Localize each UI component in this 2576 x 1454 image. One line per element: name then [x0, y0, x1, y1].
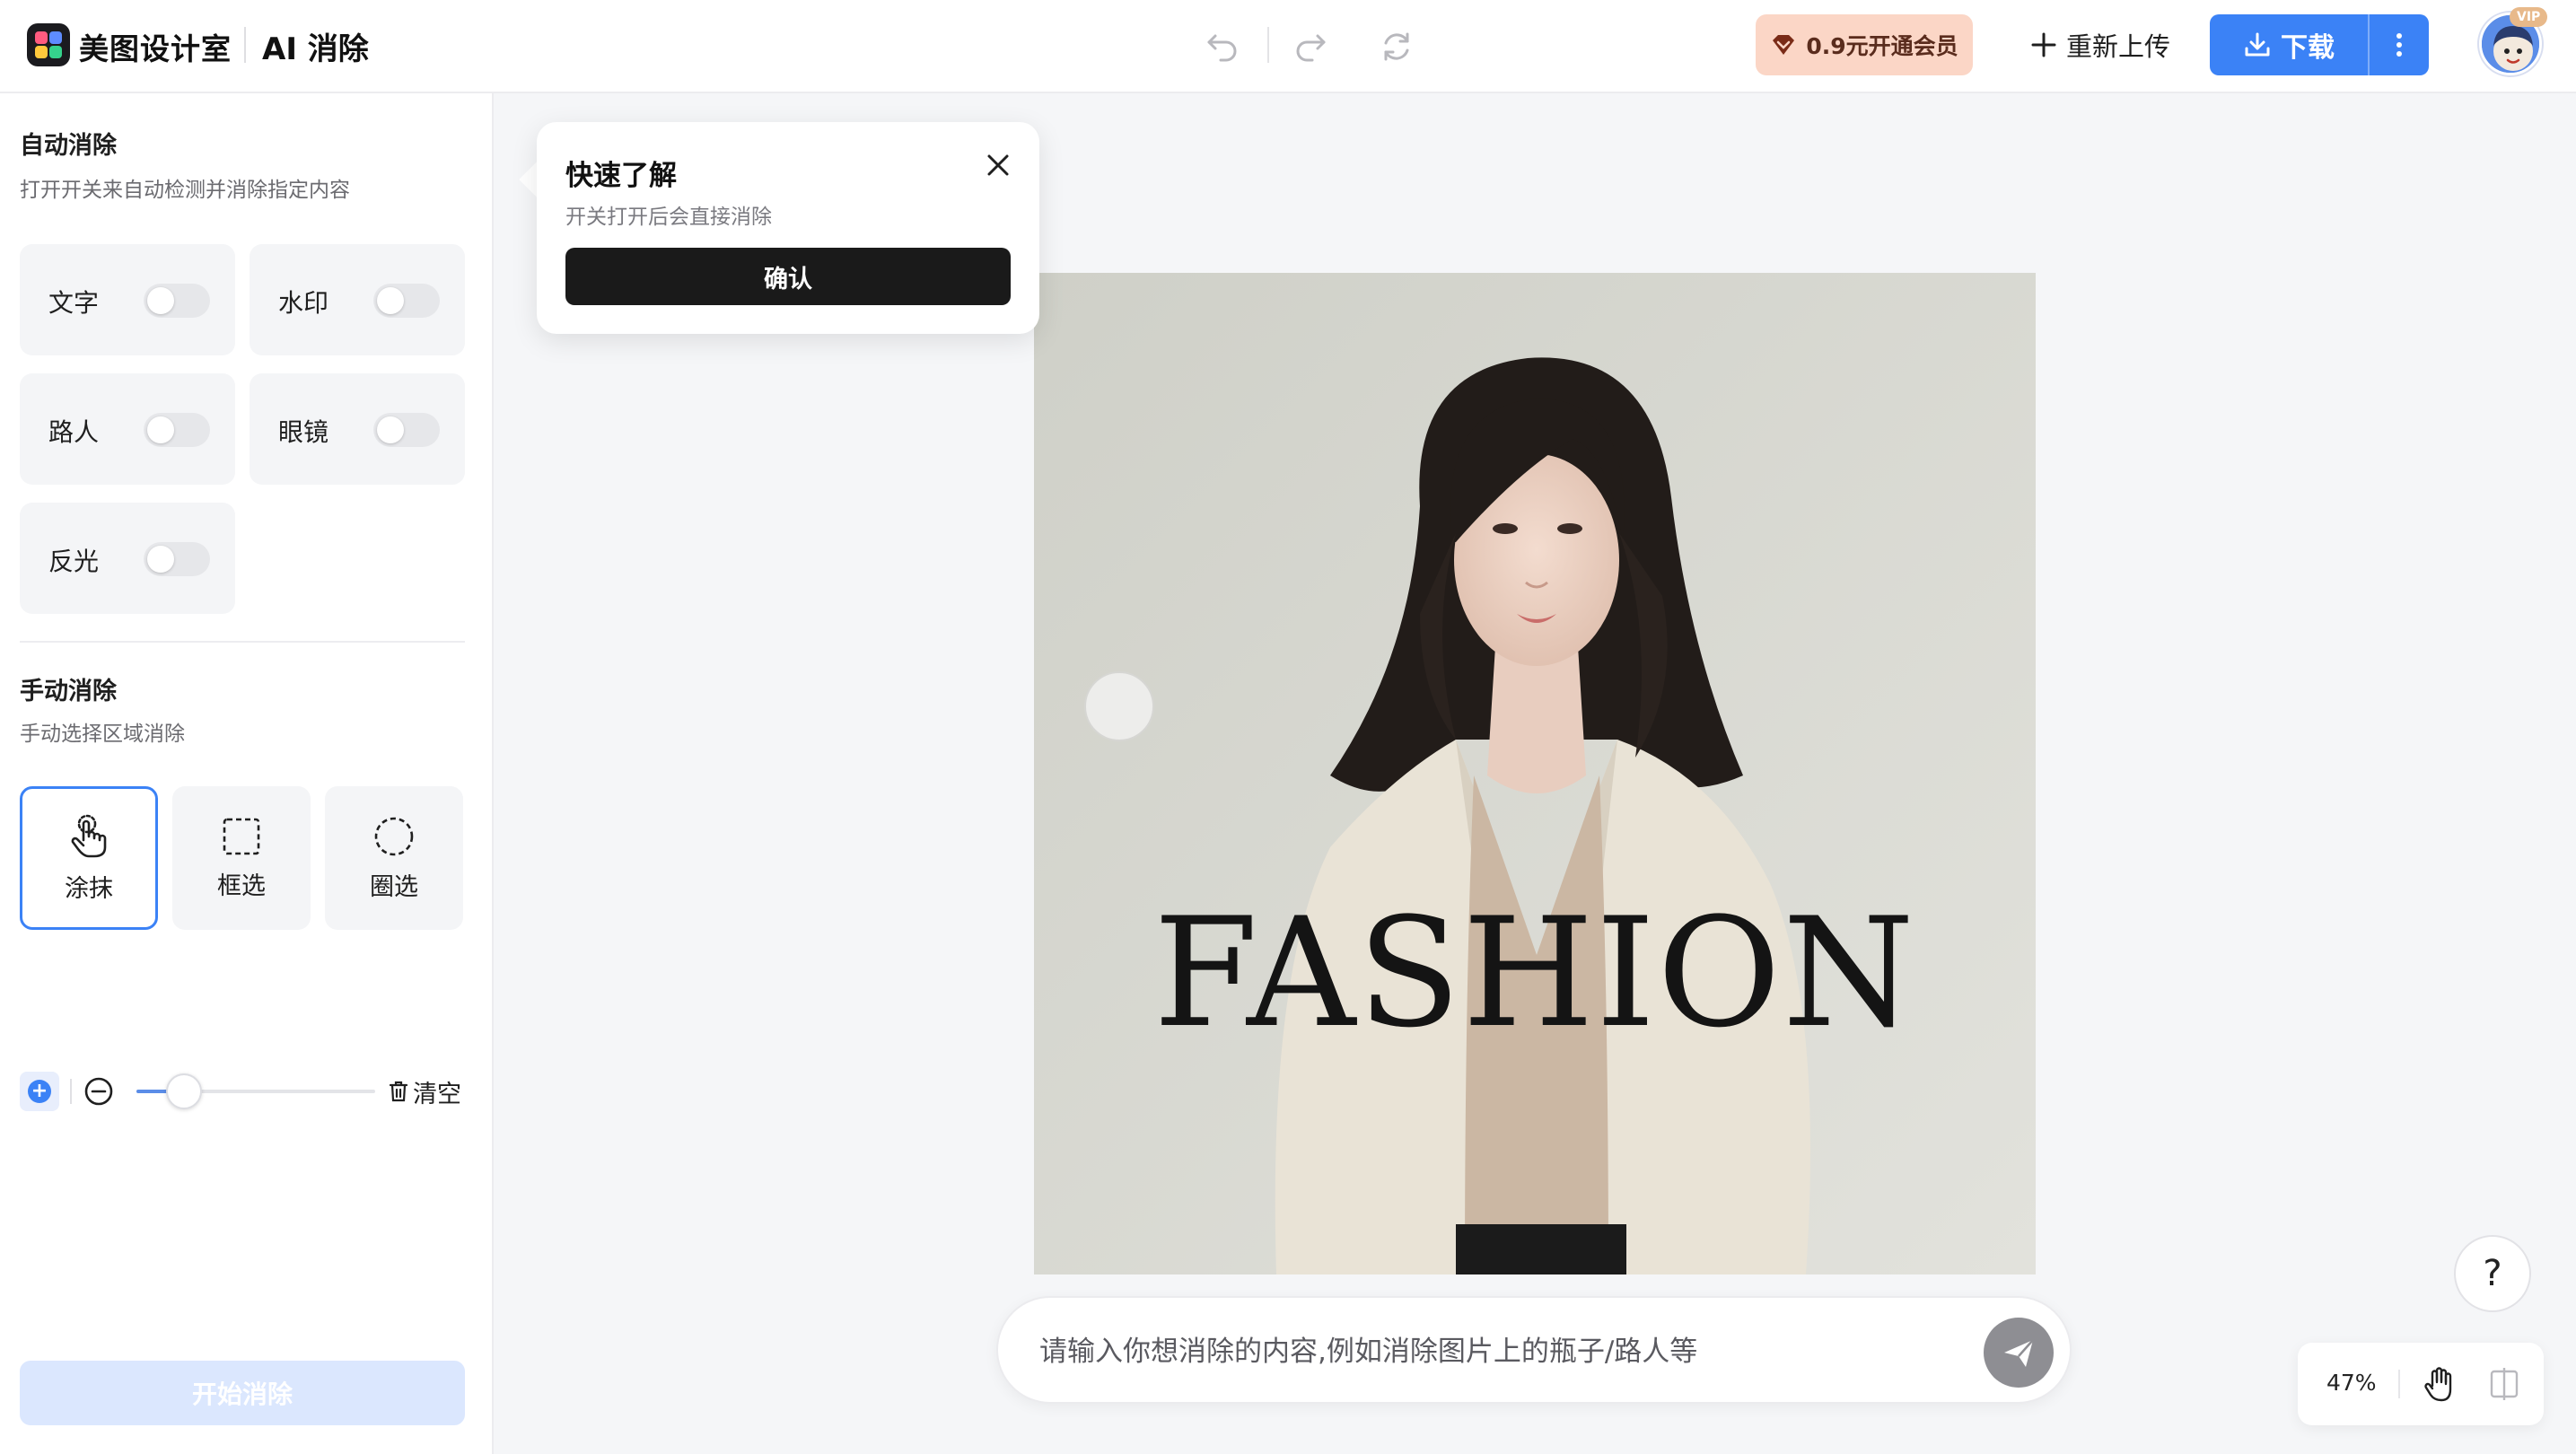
popover-title: 快速了解: [565, 160, 677, 192]
send-button[interactable]: [1984, 1318, 2054, 1388]
fashion-text: FASHION: [1153, 885, 1916, 1061]
watermark-toggle-switch[interactable]: [373, 284, 440, 318]
logo-icon[interactable]: [27, 23, 70, 66]
toggle-card-passerby[interactable]: 路人: [20, 373, 235, 485]
start-remove-button[interactable]: 开始消除: [20, 1361, 465, 1425]
tool-label: 框选: [217, 872, 266, 900]
manual-remove-title: 手动消除: [20, 678, 117, 705]
brush-size-handle[interactable]: [166, 1073, 203, 1109]
quick-guide-popover: 快速了解 开关打开后会直接消除 确认: [537, 122, 1039, 334]
tool-label: 涂抹: [65, 874, 113, 903]
trash-icon: [389, 1081, 408, 1102]
toggle-card-glasses[interactable]: 眼镜: [250, 373, 465, 485]
toggle-label: 路人: [48, 417, 100, 447]
passerby-toggle-switch[interactable]: [144, 413, 210, 447]
download-button-group: 下载: [2210, 14, 2429, 75]
toggle-card-text[interactable]: 文字: [20, 244, 235, 355]
glasses-toggle-switch[interactable]: [373, 413, 440, 447]
brand-divider: [244, 27, 246, 63]
lasso-select-icon: [374, 817, 414, 855]
help-button[interactable]: ?: [2454, 1235, 2531, 1312]
zoom-bar: 47%: [2298, 1343, 2544, 1425]
left-panel: 自动消除 打开开关来自动检测并消除指定内容 文字 水印 路人 眼镜 反光 手动消…: [0, 93, 494, 1454]
toggle-label: 文字: [48, 288, 100, 318]
tool-rect-select[interactable]: 框选: [172, 786, 311, 930]
brand-name[interactable]: 美图设计室: [79, 25, 232, 68]
tool-lasso-select[interactable]: 圈选: [325, 786, 463, 930]
vip-button-label: 0.9元开通会员: [1806, 33, 1958, 59]
brush-size-row: + 清空: [20, 1072, 469, 1111]
vip-button[interactable]: 0.9元开通会员: [1756, 14, 1973, 75]
prompt-bar: [996, 1296, 2072, 1404]
toggle-card-watermark[interactable]: 水印: [250, 244, 465, 355]
clear-label: 清空: [413, 1080, 461, 1108]
more-options-icon[interactable]: [2370, 14, 2429, 75]
toggle-label: 眼镜: [278, 417, 329, 447]
reflection-toggle-switch[interactable]: [144, 542, 210, 576]
clear-button[interactable]: 清空: [388, 1075, 461, 1108]
redo-icon[interactable]: [1287, 23, 1334, 70]
brush-divider: [70, 1079, 72, 1104]
toolbar-divider: [1267, 27, 1269, 63]
zoom-level[interactable]: 47%: [2326, 1370, 2377, 1396]
rect-select-icon: [223, 818, 260, 854]
download-label: 下载: [2281, 32, 2335, 64]
popover-subtitle: 开关打开后会直接消除: [565, 206, 772, 229]
toggle-card-reflection[interactable]: 反光: [20, 503, 235, 614]
undo-icon[interactable]: [1199, 23, 1246, 70]
send-icon: [2004, 1339, 2034, 1367]
reupload-label: 重新上传: [2066, 31, 2171, 62]
reset-icon[interactable]: [1373, 23, 1420, 70]
section-divider: [20, 641, 465, 643]
auto-remove-title: 自动消除: [20, 132, 117, 160]
top-bar: 美图设计室 AI 消除 0.9元开通会员 重新上传 下载 VIP: [0, 0, 2576, 93]
text-toggle-switch[interactable]: [144, 284, 210, 318]
confirm-button[interactable]: 确认: [565, 248, 1011, 305]
brush-cursor: [1084, 671, 1154, 741]
smear-hand-icon: [71, 814, 107, 857]
tool-smear[interactable]: 涂抹: [20, 786, 158, 930]
vip-badge: VIP: [2510, 7, 2548, 27]
canvas-image[interactable]: FASHION: [1034, 273, 2036, 1274]
plus-icon: [2031, 32, 2056, 57]
zoom-divider: [2398, 1370, 2400, 1398]
auto-remove-subtitle: 打开开关来自动检测并消除指定内容: [20, 179, 350, 202]
close-icon[interactable]: [980, 147, 1016, 183]
hand-pan-icon[interactable]: [2420, 1364, 2459, 1404]
download-icon: [2245, 32, 2270, 57]
toggle-label: 反光: [48, 547, 100, 576]
manual-remove-subtitle: 手动选择区域消除: [20, 723, 185, 746]
reupload-button[interactable]: 重新上传: [2030, 14, 2181, 75]
diamond-icon: [1773, 35, 1795, 55]
brush-add-icon[interactable]: +: [20, 1072, 59, 1111]
download-button[interactable]: 下载: [2210, 14, 2368, 75]
compare-icon[interactable]: [2484, 1364, 2524, 1404]
tool-label: 圈选: [370, 872, 418, 901]
prompt-input[interactable]: [1039, 1325, 1937, 1379]
product-title: AI 消除: [262, 31, 369, 67]
brush-subtract-icon[interactable]: [83, 1075, 115, 1108]
toggle-label: 水印: [278, 288, 329, 318]
